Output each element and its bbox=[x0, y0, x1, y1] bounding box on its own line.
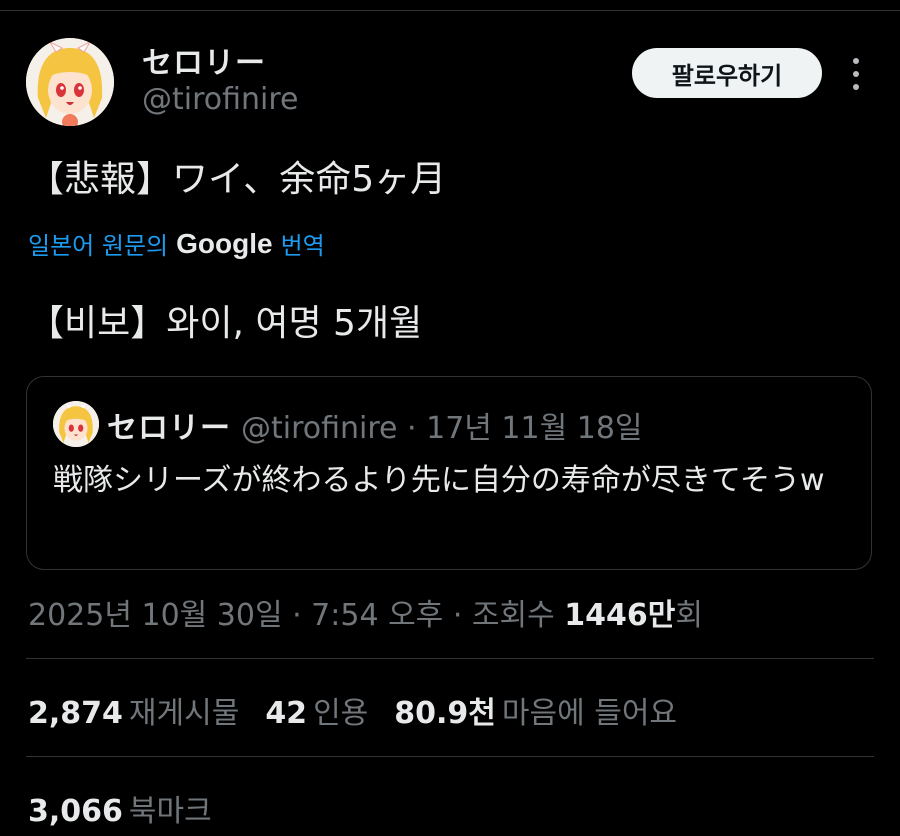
dot bbox=[853, 84, 859, 90]
reposts-stat[interactable]: 2,874 재게시물 bbox=[28, 696, 239, 731]
view-count: 1446만 bbox=[564, 598, 676, 633]
bookmarks-count: 3,066 bbox=[28, 794, 123, 829]
more-vertical-icon[interactable] bbox=[846, 56, 866, 92]
timestamp-line: 2025년 10월 30일 · 7:54 오후 · 조회수 1446만회 bbox=[28, 590, 703, 634]
dot bbox=[853, 58, 859, 64]
quoted-header: セロリー @tirofinire · 17년 11월 18일 bbox=[107, 403, 643, 447]
follow-button[interactable]: 팔로우하기 bbox=[632, 48, 822, 98]
anime-girl-avatar-icon bbox=[26, 38, 114, 126]
anime-girl-avatar-icon bbox=[53, 401, 99, 447]
top-divider bbox=[0, 10, 900, 11]
quoted-display-name: セロリー bbox=[107, 411, 231, 446]
quoted-text: 戦隊シリーズが終わるより先に自分の寿命が尽きてそうw bbox=[53, 463, 825, 498]
quoted-author-avatar bbox=[53, 401, 99, 447]
engagement-stats: 2,874 재게시물 42 인용 80.9천 마음에 들어요 bbox=[28, 688, 703, 732]
likes-stat[interactable]: 80.9천 마음에 들어요 bbox=[394, 696, 677, 731]
translation-attribution[interactable]: 일본어 원문의 Google 번역 bbox=[28, 226, 325, 261]
view-suffix: 회 bbox=[675, 598, 703, 633]
quotes-stat[interactable]: 42 인용 bbox=[265, 696, 368, 731]
author-handle[interactable]: @tirofinire bbox=[142, 82, 299, 117]
google-logo: Google bbox=[176, 227, 273, 259]
divider bbox=[26, 658, 874, 659]
quoted-meta: @tirofinire · 17년 11월 18일 bbox=[241, 411, 643, 446]
translated-text: 【비보】와이, 여명 5개월 bbox=[28, 303, 423, 344]
author-avatar[interactable] bbox=[26, 38, 114, 126]
quotes-label: 인용 bbox=[313, 696, 369, 731]
quotes-count: 42 bbox=[265, 696, 308, 731]
bookmarks-stat[interactable]: 3,066 북마크 bbox=[28, 786, 212, 830]
quoted-tweet[interactable]: セロリー @tirofinire · 17년 11월 18일 戦隊シリーズが終わる… bbox=[26, 376, 872, 570]
likes-count: 80.9천 bbox=[394, 696, 496, 731]
reposts-label: 재게시물 bbox=[128, 696, 240, 731]
reposts-count: 2,874 bbox=[28, 696, 123, 731]
tweet-text: 【悲報】ワイ、余命5ヶ月 bbox=[28, 159, 447, 200]
dot bbox=[853, 71, 859, 77]
translate-prefix: 일본어 원문의 bbox=[28, 232, 169, 260]
likes-label: 마음에 들어요 bbox=[501, 696, 678, 731]
author-display-name[interactable]: セロリー bbox=[142, 38, 266, 82]
divider bbox=[26, 756, 874, 757]
translate-suffix: 번역 bbox=[280, 232, 325, 260]
bookmarks-label: 북마크 bbox=[128, 794, 212, 829]
timestamp-prefix[interactable]: 2025년 10월 30일 · 7:54 오후 · 조회수 bbox=[28, 598, 564, 633]
